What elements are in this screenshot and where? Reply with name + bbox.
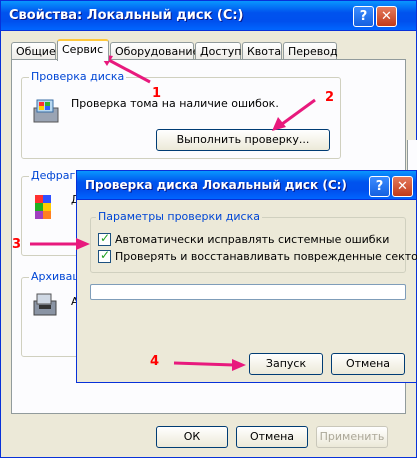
annotation-number-4: 4 [150,354,160,369]
annotation-arrow-4 [173,359,246,371]
dialog-cancel-button[interactable]: Отмена [331,353,405,375]
background-window-edge [407,140,417,170]
check-options-group-label: Параметры проверки диска [96,210,262,223]
annotation-number-2: 2 [325,90,335,105]
backup-group-label: Архивац [29,270,82,283]
tab-sharing[interactable]: Доступ [195,42,241,60]
cancel-button[interactable]: Отмена [236,426,308,448]
tab-general[interactable]: Общие [11,42,56,60]
help-button[interactable]: ? [353,6,374,27]
apply-button: Применить [316,426,388,448]
annotation-number-1: 1 [152,86,162,101]
ok-button[interactable]: ОК [156,426,228,448]
title-bar[interactable]: Свойства: Локальный диск (C:) ? ✕ [1,1,416,31]
help-icon: ? [375,179,384,194]
check-progress-bar [90,284,406,300]
dialog-close-button[interactable]: ✕ [392,176,413,197]
window-title: Свойства: Локальный диск (C:) [9,8,244,23]
close-icon: ✕ [381,9,392,24]
help-icon: ? [359,9,368,24]
tab-translate[interactable]: Перевод [283,42,338,60]
check-disk-dialog: Проверка диска Локальный диск (C:) ? ✕ П… [76,170,417,383]
scan-sectors-label: Проверять и восстанавливать поврежденные… [115,250,417,263]
close-button[interactable]: ✕ [376,6,397,27]
dialog-title-bar[interactable]: Проверка диска Локальный диск (C:) ? ✕ [77,171,416,200]
close-icon: ✕ [397,179,408,194]
auto-fix-label: Автоматически исправлять системные ошибк… [115,233,390,246]
backup-icon [33,293,57,316]
dialog-title: Проверка диска Локальный диск (C:) [85,178,347,192]
check-disk-description: Проверка тома на наличие ошибок. [71,97,279,110]
disk-check-icon [33,99,59,123]
annotation-arrow-2 [272,98,316,131]
tab-tools[interactable]: Сервис [57,39,109,61]
tab-quota[interactable]: Квота [242,42,282,60]
dialog-help-button[interactable]: ? [369,176,390,197]
start-button[interactable]: Запуск [249,353,323,375]
annotation-number-3: 3 [12,237,22,252]
annotation-arrow-3 [30,238,90,250]
auto-fix-checkbox[interactable] [98,231,111,246]
defrag-icon [35,195,51,219]
scan-sectors-checkbox[interactable] [98,248,111,263]
